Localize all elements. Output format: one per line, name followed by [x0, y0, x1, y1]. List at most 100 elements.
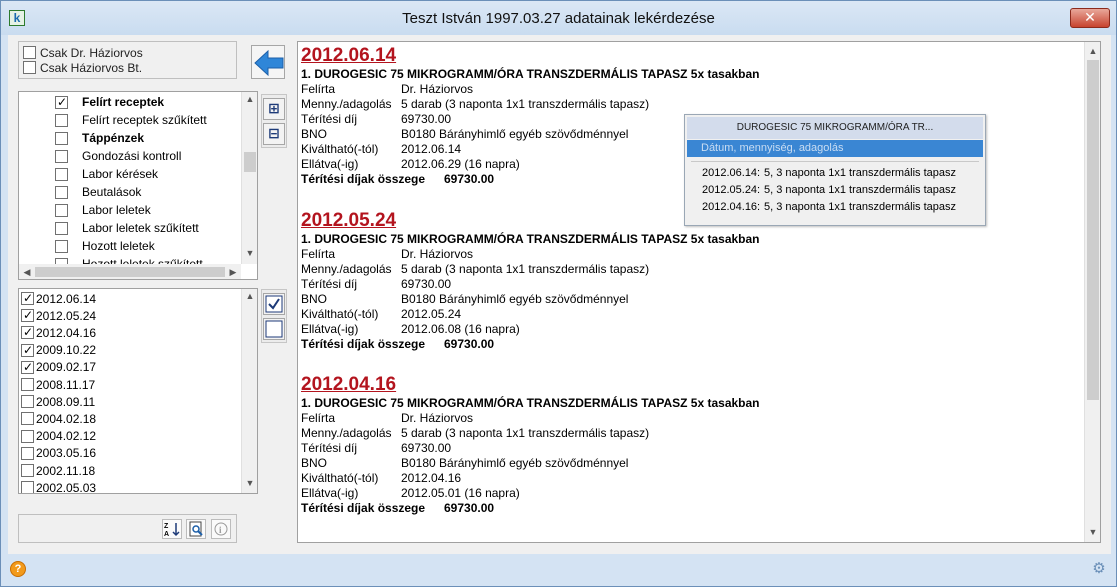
date-item-checkbox[interactable] — [21, 378, 34, 391]
tree-item[interactable]: Beutalások — [55, 183, 141, 201]
scroll-thumb[interactable] — [244, 152, 256, 172]
date-item[interactable]: 2009.02.17 — [21, 359, 96, 376]
scroll-down-icon[interactable]: ▼ — [242, 478, 257, 488]
scroll-up-icon[interactable]: ▲ — [242, 291, 257, 301]
entry-field: Felírta Dr. Háziorvos — [301, 411, 1061, 426]
tree-item[interactable]: Hozott leletek szűkített — [55, 255, 203, 264]
scroll-down-icon[interactable]: ▼ — [1085, 527, 1100, 537]
entry-field-label: Felírta — [301, 247, 336, 261]
tree-item-checkbox[interactable] — [55, 149, 68, 163]
tree-vertical-scrollbar[interactable]: ▲ ▼ — [241, 92, 257, 264]
date-item[interactable]: 2003.05.16 — [21, 445, 96, 462]
date-list[interactable]: 2012.06.14 2012.05.24 2012.04.16 2009.10.22… — [18, 288, 258, 494]
date-item[interactable]: 2002.05.03 — [21, 479, 96, 493]
plus-icon: ⊞ — [268, 100, 280, 116]
date-item[interactable]: 2012.05.24 — [21, 307, 96, 324]
entry-field-label: Felírta — [301, 411, 336, 425]
close-button[interactable]: ✕ — [1070, 8, 1110, 28]
entry-field-label: Ellátva(-ig) — [301, 322, 359, 336]
tree-item-label: Labor kérések — [82, 167, 159, 181]
entry-date[interactable]: 2012.04.16 — [301, 374, 1061, 396]
date-item[interactable]: 2012.04.16 — [21, 324, 96, 341]
scroll-down-icon[interactable]: ▼ — [242, 248, 257, 258]
entry-field-value: 69730.00 — [401, 277, 452, 291]
help-icon[interactable]: ? — [10, 561, 26, 577]
date-item[interactable]: 2004.02.12 — [21, 428, 96, 445]
popup-header[interactable]: Dátum, mennyiség, adagolás — [687, 140, 983, 157]
gear-icon[interactable]: ⚙ — [1090, 560, 1108, 578]
date-list-scrollbar[interactable]: ▲ ▼ — [241, 289, 257, 493]
filter-option[interactable]: Csak Dr. Háziorvos — [23, 45, 143, 60]
date-buttons — [261, 289, 287, 343]
tree-item-checkbox[interactable] — [55, 167, 68, 181]
result-scrollbar[interactable]: ▲ ▼ — [1084, 42, 1100, 542]
scroll-left-icon[interactable]: ◀ — [19, 267, 35, 278]
scroll-up-icon[interactable]: ▲ — [242, 94, 257, 104]
date-item-label: 2004.02.12 — [36, 429, 97, 444]
entry-field-label: Kiváltható(-tól) — [301, 307, 379, 321]
tree-item[interactable]: Felírt receptek szűkített — [55, 111, 207, 129]
date-item-label: 2008.11.17 — [36, 377, 96, 392]
entry-fee-total: Térítési díjak összege 69730.00 — [301, 501, 1061, 516]
check-all-button[interactable] — [263, 293, 285, 315]
scroll-thumb[interactable] — [1087, 60, 1099, 400]
category-tree[interactable]: Felírt receptek Felírt receptek szűkített… — [18, 91, 258, 280]
date-item-checkbox[interactable] — [21, 429, 34, 443]
date-item[interactable]: 2008.11.17 — [21, 376, 95, 393]
date-item-checkbox[interactable] — [21, 308, 34, 323]
date-item[interactable]: 2004.02.18 — [21, 410, 96, 427]
entry-date[interactable]: 2012.06.14 — [301, 45, 1061, 67]
date-item[interactable]: 2009.10.22 — [21, 342, 96, 359]
tree-item[interactable]: Labor leletek szűkített — [55, 219, 199, 237]
entry-field: Kiváltható(-tól) 2012.05.24 — [301, 307, 1061, 322]
tree-item[interactable]: Gondozási kontroll — [55, 147, 181, 165]
date-item-checkbox[interactable] — [21, 291, 34, 305]
scroll-right-icon[interactable]: ▶ — [225, 267, 241, 278]
date-item-checkbox[interactable] — [21, 360, 34, 374]
tree-item-checkbox[interactable] — [55, 221, 68, 235]
h-scroll-thumb[interactable] — [35, 267, 225, 277]
date-item-checkbox[interactable] — [21, 446, 34, 460]
filter-option[interactable]: Csak Háziorvos Bt. — [23, 60, 143, 75]
tree-item[interactable]: Labor kérések — [55, 165, 158, 183]
entry-fee-total-value: 69730.00 — [444, 172, 495, 186]
date-item[interactable]: 2002.11.18 — [21, 462, 95, 479]
date-item-checkbox[interactable] — [21, 464, 34, 477]
expand-button[interactable]: ⊞ — [263, 98, 285, 120]
uncheck-all-button[interactable] — [263, 318, 285, 340]
tree-item-checkbox[interactable] — [55, 131, 68, 145]
date-item-checkbox[interactable] — [21, 343, 34, 357]
tree-item-checkbox[interactable] — [55, 185, 68, 199]
filter-checkbox[interactable] — [23, 61, 36, 74]
popup-row-date: 2012.06.14: — [702, 167, 761, 179]
tree-item[interactable]: Felírt receptek — [55, 93, 164, 111]
tree-item-checkbox[interactable] — [55, 95, 68, 109]
filter-checkbox[interactable] — [23, 46, 36, 59]
entry-field-label: BNO — [301, 292, 328, 306]
entry-field-label: Ellátva(-ig) — [301, 486, 359, 500]
entry-field: Ellátva(-ig) 2012.05.01 (16 napra) — [301, 486, 1061, 501]
date-item[interactable]: 2012.06.14 — [21, 290, 96, 307]
title-bar: k Teszt István 1997.03.27 adatainak leké… — [1, 1, 1116, 35]
scroll-up-icon[interactable]: ▲ — [1085, 46, 1100, 56]
date-item-checkbox[interactable] — [21, 481, 34, 493]
tree-horizontal-scrollbar[interactable]: ◀ ▶ — [19, 264, 241, 279]
tree-item-checkbox[interactable] — [55, 239, 68, 253]
tree-item[interactable]: Táppénzek — [55, 129, 144, 147]
entry-field: Menny./adagolás 5 darab (3 naponta 1x1 tr… — [301, 262, 1061, 277]
date-item-checkbox[interactable] — [21, 395, 34, 409]
tree-item-checkbox[interactable] — [55, 203, 68, 217]
tree-item[interactable]: Labor leletek — [55, 201, 151, 219]
tree-item-checkbox[interactable] — [55, 113, 68, 127]
date-item-checkbox[interactable] — [21, 325, 34, 340]
collapse-button[interactable]: ⊟ — [263, 123, 285, 145]
sort-az-icon[interactable]: Z A — [162, 519, 182, 539]
tree-item[interactable]: Hozott leletek — [55, 237, 155, 255]
info-icon[interactable]: i — [211, 519, 231, 539]
entry-drug-name: 1. DUROGESIC 75 MIKROGRAMM/ÓRA TRANSZDER… — [301, 67, 760, 81]
back-button[interactable] — [251, 45, 285, 79]
main-window: k Teszt István 1997.03.27 adatainak leké… — [0, 0, 1117, 587]
date-item-checkbox[interactable] — [21, 412, 34, 426]
date-item[interactable]: 2008.09.11 — [21, 393, 95, 410]
print-preview-icon[interactable] — [186, 519, 206, 539]
